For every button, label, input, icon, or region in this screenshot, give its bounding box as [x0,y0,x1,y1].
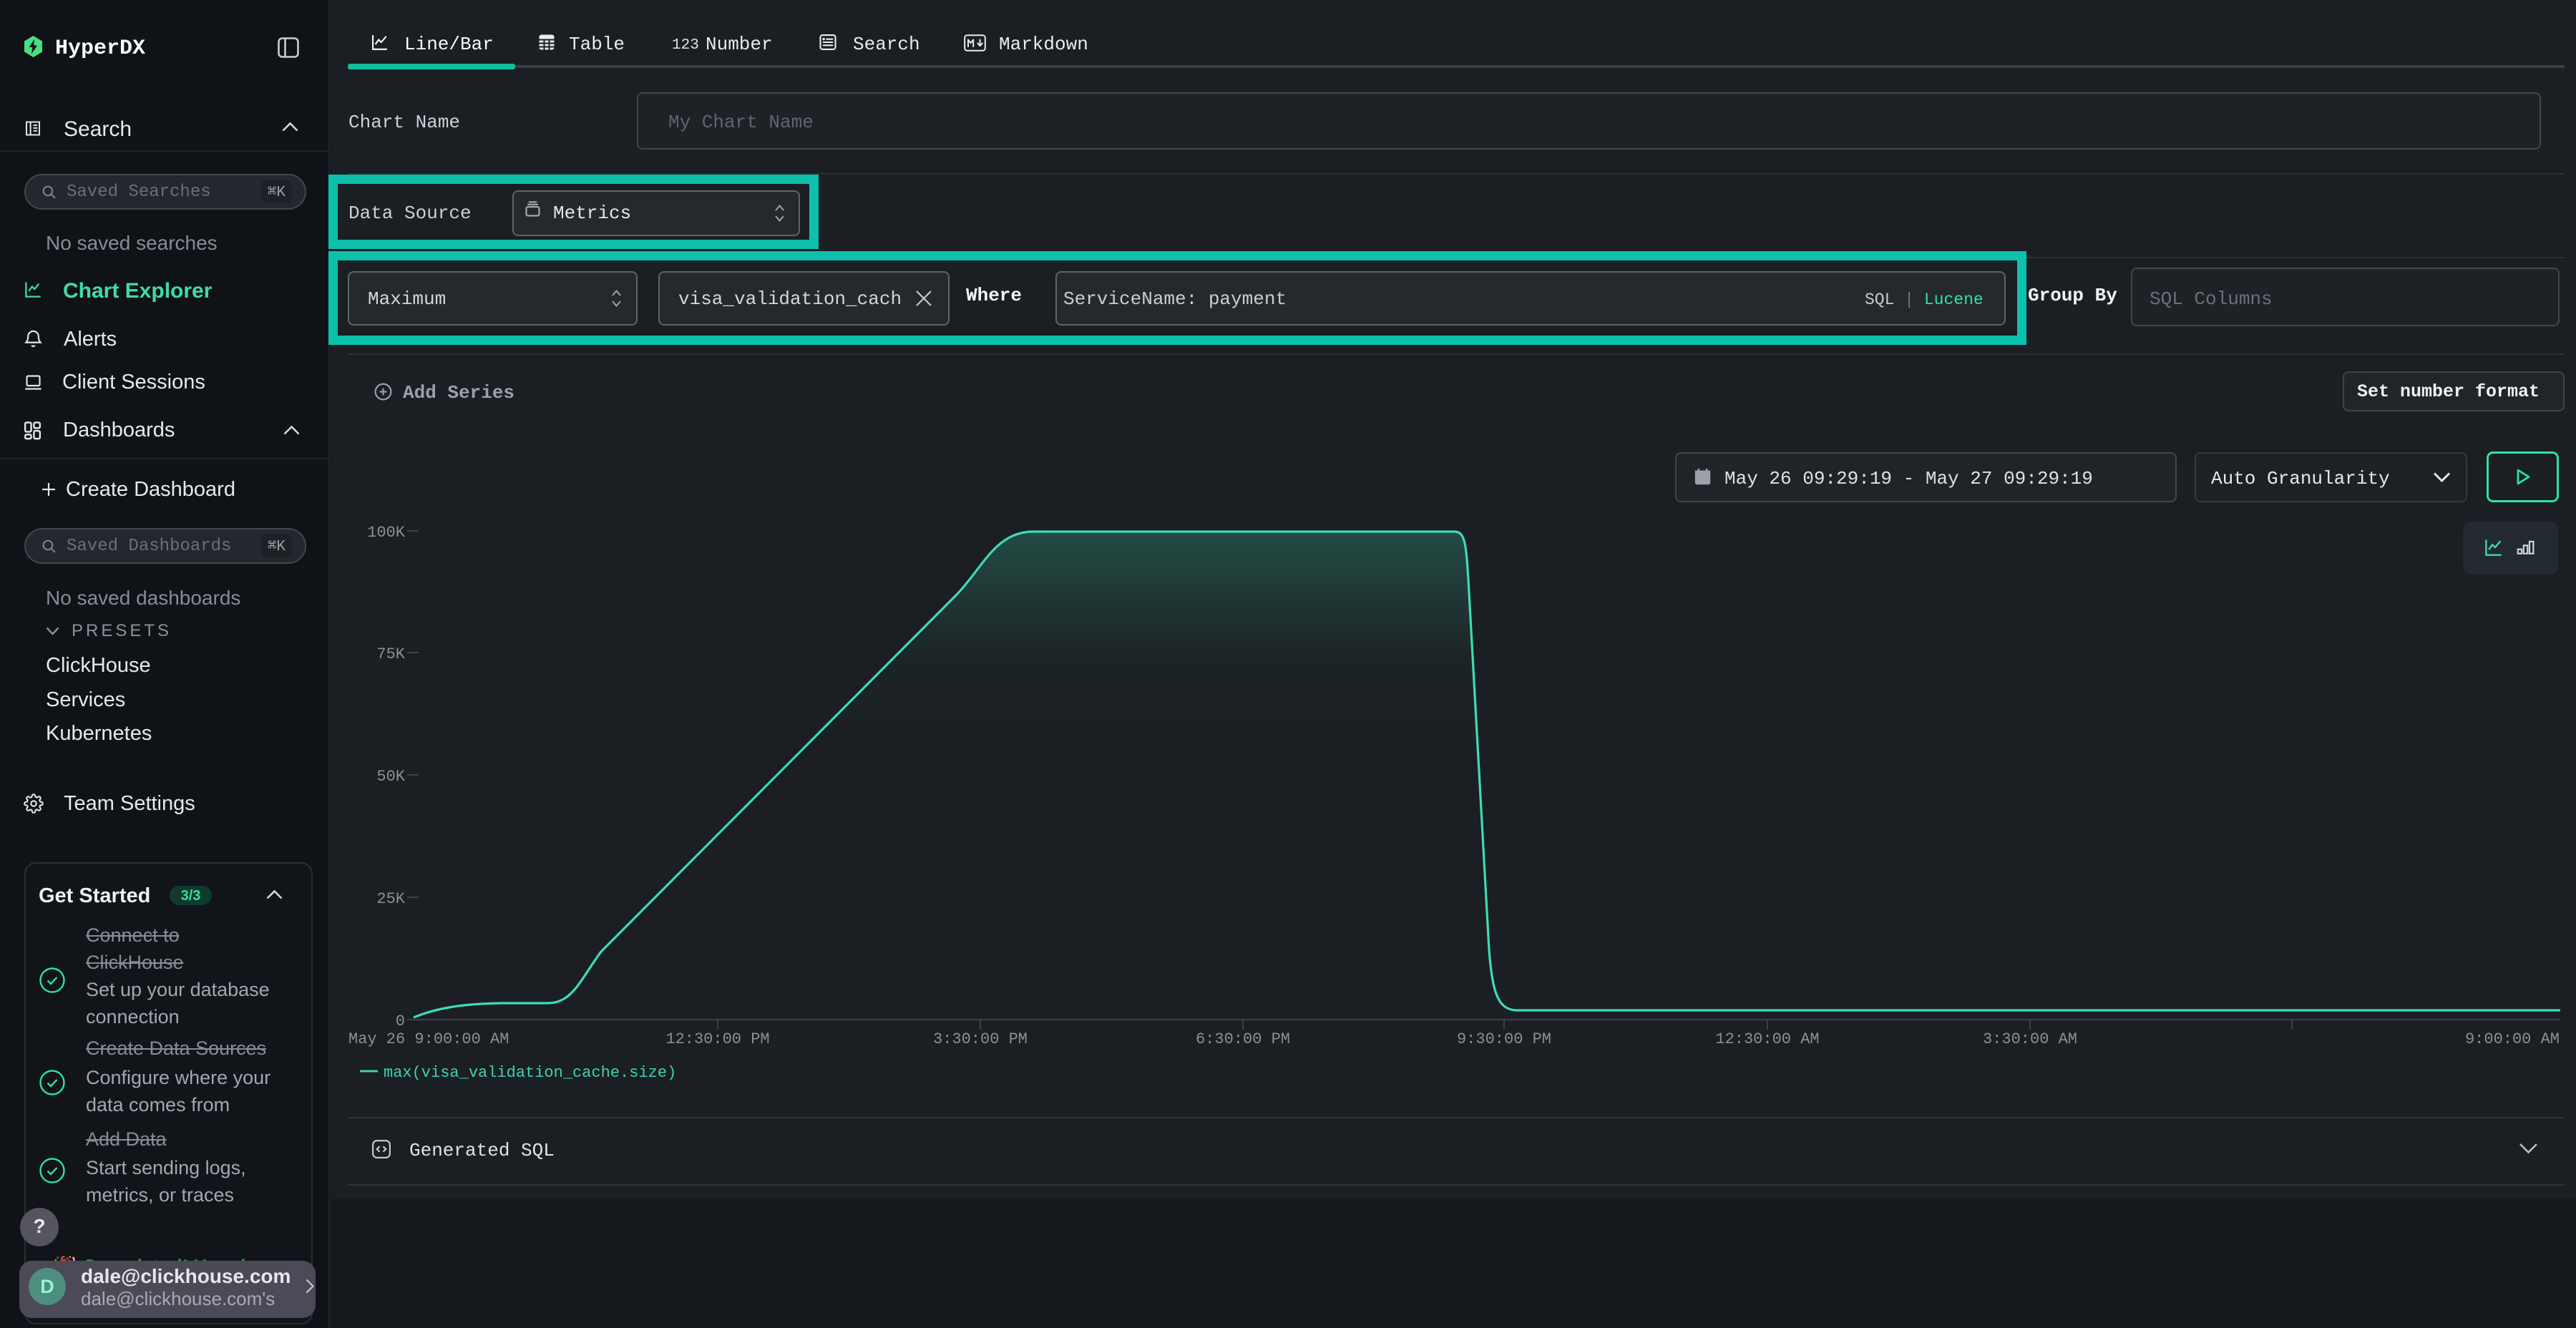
svg-text:100K: 100K [367,524,406,542]
svg-text:50K: 50K [376,768,405,786]
svg-text:25K: 25K [376,890,405,908]
svg-text:3:30:00 PM: 3:30:00 PM [933,1030,1028,1048]
svg-text:12:30:00 AM: 12:30:00 AM [1715,1030,1819,1048]
svg-text:9:00:00 AM: 9:00:00 AM [2465,1030,2560,1048]
svg-text:3:30:00 AM: 3:30:00 AM [1983,1030,2077,1048]
svg-text:75K: 75K [376,645,405,663]
svg-text:0: 0 [396,1012,405,1030]
svg-text:12:30:00 PM: 12:30:00 PM [665,1030,769,1048]
svg-text:max(visa_validation_cache.size: max(visa_validation_cache.size) [384,1064,676,1082]
svg-text:6:30:00 PM: 6:30:00 PM [1196,1030,1290,1048]
svg-text:May 26 9:00:00 AM: May 26 9:00:00 AM [348,1030,509,1048]
svg-text:9:30:00 PM: 9:30:00 PM [1457,1030,1551,1048]
